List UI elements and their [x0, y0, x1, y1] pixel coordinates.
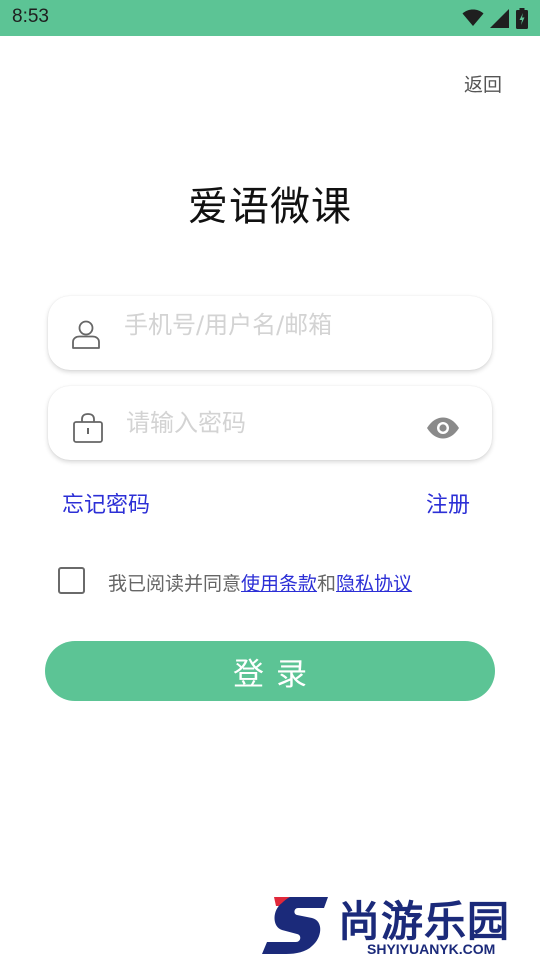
wifi-icon: [462, 9, 484, 27]
status-icons: [462, 7, 528, 29]
watermark-brand: 尚游乐园: [338, 897, 511, 946]
agreement-prefix: 我已阅读并同意: [108, 573, 242, 595]
lock-icon: [72, 413, 104, 445]
user-icon: [70, 318, 102, 350]
username-field-card: [48, 288, 492, 370]
brand-s-logo-icon: [260, 894, 330, 960]
username-input[interactable]: [124, 288, 454, 362]
show-password-eye-icon[interactable]: [426, 417, 460, 439]
status-time: 8:53: [12, 6, 49, 27]
status-bar: 8:53: [0, 0, 540, 36]
login-screen: 8:53 返回 爱语微课 手机号/用户名/邮箱 忘记密码 注册 我已阅读并同意使…: [0, 0, 540, 960]
terms-of-use-link[interactable]: 使用条款: [241, 573, 317, 595]
app-title: 爱语微课: [188, 184, 352, 230]
register-link[interactable]: 注册: [426, 487, 470, 519]
agreement-text: 我已阅读并同意使用条款和隐私协议: [108, 569, 412, 596]
back-button[interactable]: 返回: [464, 70, 502, 97]
forgot-password-link[interactable]: 忘记密码: [62, 487, 150, 519]
watermark-url: SHYIYUANYK.COM: [367, 941, 496, 957]
agreement-checkbox[interactable]: [58, 567, 85, 594]
login-button[interactable]: 登录: [45, 641, 495, 701]
battery-charging-icon: [516, 7, 528, 29]
watermark: 尚游乐园 SHYIYUANYK.COM: [258, 888, 540, 960]
signal-icon: [490, 8, 510, 28]
password-field-card: [48, 386, 492, 460]
privacy-policy-link[interactable]: 隐私协议: [336, 573, 412, 595]
agreement-joiner: 和: [317, 573, 337, 595]
password-input[interactable]: [126, 386, 416, 460]
